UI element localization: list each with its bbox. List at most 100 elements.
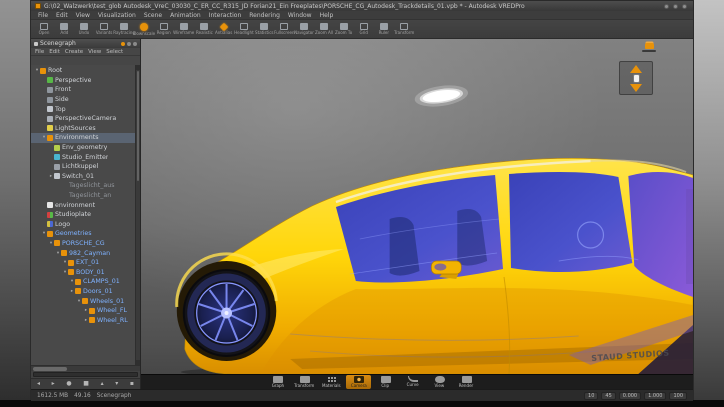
toolbar-button[interactable]: Downscale [134, 21, 154, 38]
scenegraph-tool-icon[interactable]: ● [66, 381, 71, 387]
tree-row[interactable]: Front [31, 85, 140, 95]
tree-row[interactable]: Perspective [31, 76, 140, 86]
turntable-gizmo[interactable] [619, 61, 653, 95]
toolbar-button[interactable]: Transform [394, 21, 414, 38]
menu-item[interactable]: Animation [170, 12, 201, 19]
tree-horizontal-scrollbar[interactable] [31, 365, 140, 371]
panel-close-button[interactable] [133, 42, 137, 46]
toolbar-button[interactable]: Navigator [294, 21, 314, 38]
toolbar-button[interactable]: Wireframe [174, 21, 194, 38]
scenegraph-tool-icon[interactable]: ▸ [52, 381, 55, 387]
tree-row[interactable]: Env_geometry [31, 143, 140, 153]
tree-row[interactable]: Studioplate [31, 210, 140, 220]
tree-row[interactable]: ▾ 982_Cayman [31, 248, 140, 258]
menu-item[interactable]: Edit [56, 12, 68, 19]
scenegraph-tool-icon[interactable]: ■ [83, 381, 89, 387]
tree-row[interactable]: Top [31, 104, 140, 114]
tree-row[interactable]: ▾ Root [31, 66, 140, 76]
tree-row[interactable]: ▾ PORSCHE_CG [31, 239, 140, 249]
toolbar-button[interactable]: Zoom To [334, 21, 354, 38]
tree-row[interactable]: Logo [31, 220, 140, 230]
status-widget[interactable]: 1.000 [644, 392, 666, 400]
toolbar-button[interactable]: Variants [94, 21, 114, 38]
scenegraph-filter-field[interactable] [31, 371, 140, 378]
menu-item[interactable]: Visualization [98, 12, 136, 19]
menu-item[interactable]: Rendering [249, 12, 280, 19]
render-viewport[interactable]: STAUD STUDIOS [141, 39, 693, 374]
tree-row[interactable]: ▾ Environments [31, 133, 140, 143]
toolbar-button[interactable]: Ruler [374, 21, 394, 38]
menu-item[interactable]: Window [288, 12, 312, 19]
gizmo-handle[interactable] [633, 74, 640, 83]
module-button[interactable]: Materials [319, 375, 344, 389]
scenegraph-tool-icon[interactable]: ▪ [130, 381, 134, 387]
node-type-icon [54, 164, 60, 170]
toolbar-button[interactable]: Region [154, 21, 174, 38]
minimize-button[interactable] [664, 4, 669, 9]
tree-row[interactable]: ▾ Wheels_01 [31, 296, 140, 306]
tree-row[interactable]: ▾ EXT_01 [31, 258, 140, 268]
tree-row[interactable]: ▸ Switch_01 [31, 172, 140, 182]
tree-row[interactable]: LightSources [31, 124, 140, 134]
menu-item[interactable]: Interaction [209, 12, 242, 19]
tree-row[interactable]: environment [31, 200, 140, 210]
status-widget[interactable]: 45 [601, 392, 615, 400]
tree-row[interactable]: Lichtkuppel [31, 162, 140, 172]
module-button[interactable]: View [427, 375, 452, 389]
toolbar-button[interactable]: Statistics [254, 21, 274, 38]
tree-row[interactable]: PerspectiveCamera [31, 114, 140, 124]
maximize-button[interactable] [673, 4, 678, 9]
toolbar-button[interactable]: Antialias [214, 21, 234, 38]
tree-row[interactable]: ▸ Wheel_RL [31, 315, 140, 325]
scenegraph-menu-item[interactable]: View [88, 49, 101, 55]
scenegraph-menu-item[interactable]: Select [106, 49, 123, 55]
tree-row[interactable]: Side [31, 95, 140, 105]
module-button[interactable]: Render [454, 375, 479, 389]
toolbar-button[interactable]: Grid [354, 21, 374, 38]
scroll-thumb[interactable] [137, 71, 139, 181]
toolbar-button[interactable]: Undo [74, 21, 94, 38]
gizmo-up-arrow-icon[interactable] [630, 65, 642, 73]
module-button[interactable]: Curve [400, 375, 425, 389]
scenegraph-menu-item[interactable]: Create [65, 49, 83, 55]
toolbar-button[interactable]: Add [54, 21, 74, 38]
tree-row[interactable]: ▸ Doors_01 [31, 287, 140, 297]
scenegraph-tool-icon[interactable]: ▴ [101, 381, 104, 387]
module-button[interactable]: Transform [292, 375, 317, 389]
viewport-badge[interactable] [639, 43, 659, 52]
scenegraph-tool-icon[interactable]: ▾ [115, 381, 118, 387]
toolbar-button[interactable]: Fullscreen [274, 21, 294, 38]
module-button[interactable]: Graph [265, 375, 290, 389]
toolbar-button[interactable]: Realistic [194, 21, 214, 38]
tree-vertical-scrollbar[interactable] [135, 65, 140, 365]
status-widget[interactable]: 100 [669, 392, 687, 400]
menu-item[interactable]: Help [320, 12, 334, 19]
panel-float-button[interactable] [127, 42, 131, 46]
scroll-up-icon[interactable] [136, 65, 140, 70]
toolbar-button[interactable]: Headlight [234, 21, 254, 38]
status-widget[interactable]: 10 [584, 392, 598, 400]
scenegraph-tool-icon[interactable]: ◂ [37, 381, 40, 387]
menu-item[interactable]: View [76, 12, 90, 19]
tree-row[interactable]: ▾ BODY_01 [31, 267, 140, 277]
close-button[interactable] [682, 4, 687, 9]
scenegraph-menu-item[interactable]: File [35, 49, 44, 55]
panel-pin-button[interactable] [121, 42, 125, 46]
toolbar-button[interactable]: Zoom All [314, 21, 334, 38]
gizmo-down-arrow-icon[interactable] [630, 84, 642, 92]
grid-icon [360, 23, 368, 30]
menu-item[interactable]: Scene [144, 12, 162, 19]
tree-row[interactable]: Tageslicht_aus [31, 181, 140, 191]
tree-row[interactable]: Tageslicht_an [31, 191, 140, 201]
tree-row[interactable]: Studio_Emitter [31, 152, 140, 162]
tree-row[interactable]: ▸ Wheel_FL [31, 306, 140, 316]
toolbar-button[interactable]: Raytracing [114, 21, 134, 38]
tree-row[interactable]: ▾ Geometries [31, 229, 140, 239]
status-widget[interactable]: 0.000 [619, 392, 641, 400]
module-button[interactable]: Clip [373, 375, 398, 389]
toolbar-button[interactable]: Open [34, 21, 54, 38]
menu-item[interactable]: File [38, 12, 48, 19]
scenegraph-menu-item[interactable]: Edit [49, 49, 60, 55]
tree-row[interactable]: ▾ CLAMPS_01 [31, 277, 140, 287]
module-button[interactable]: Camera [346, 375, 371, 389]
